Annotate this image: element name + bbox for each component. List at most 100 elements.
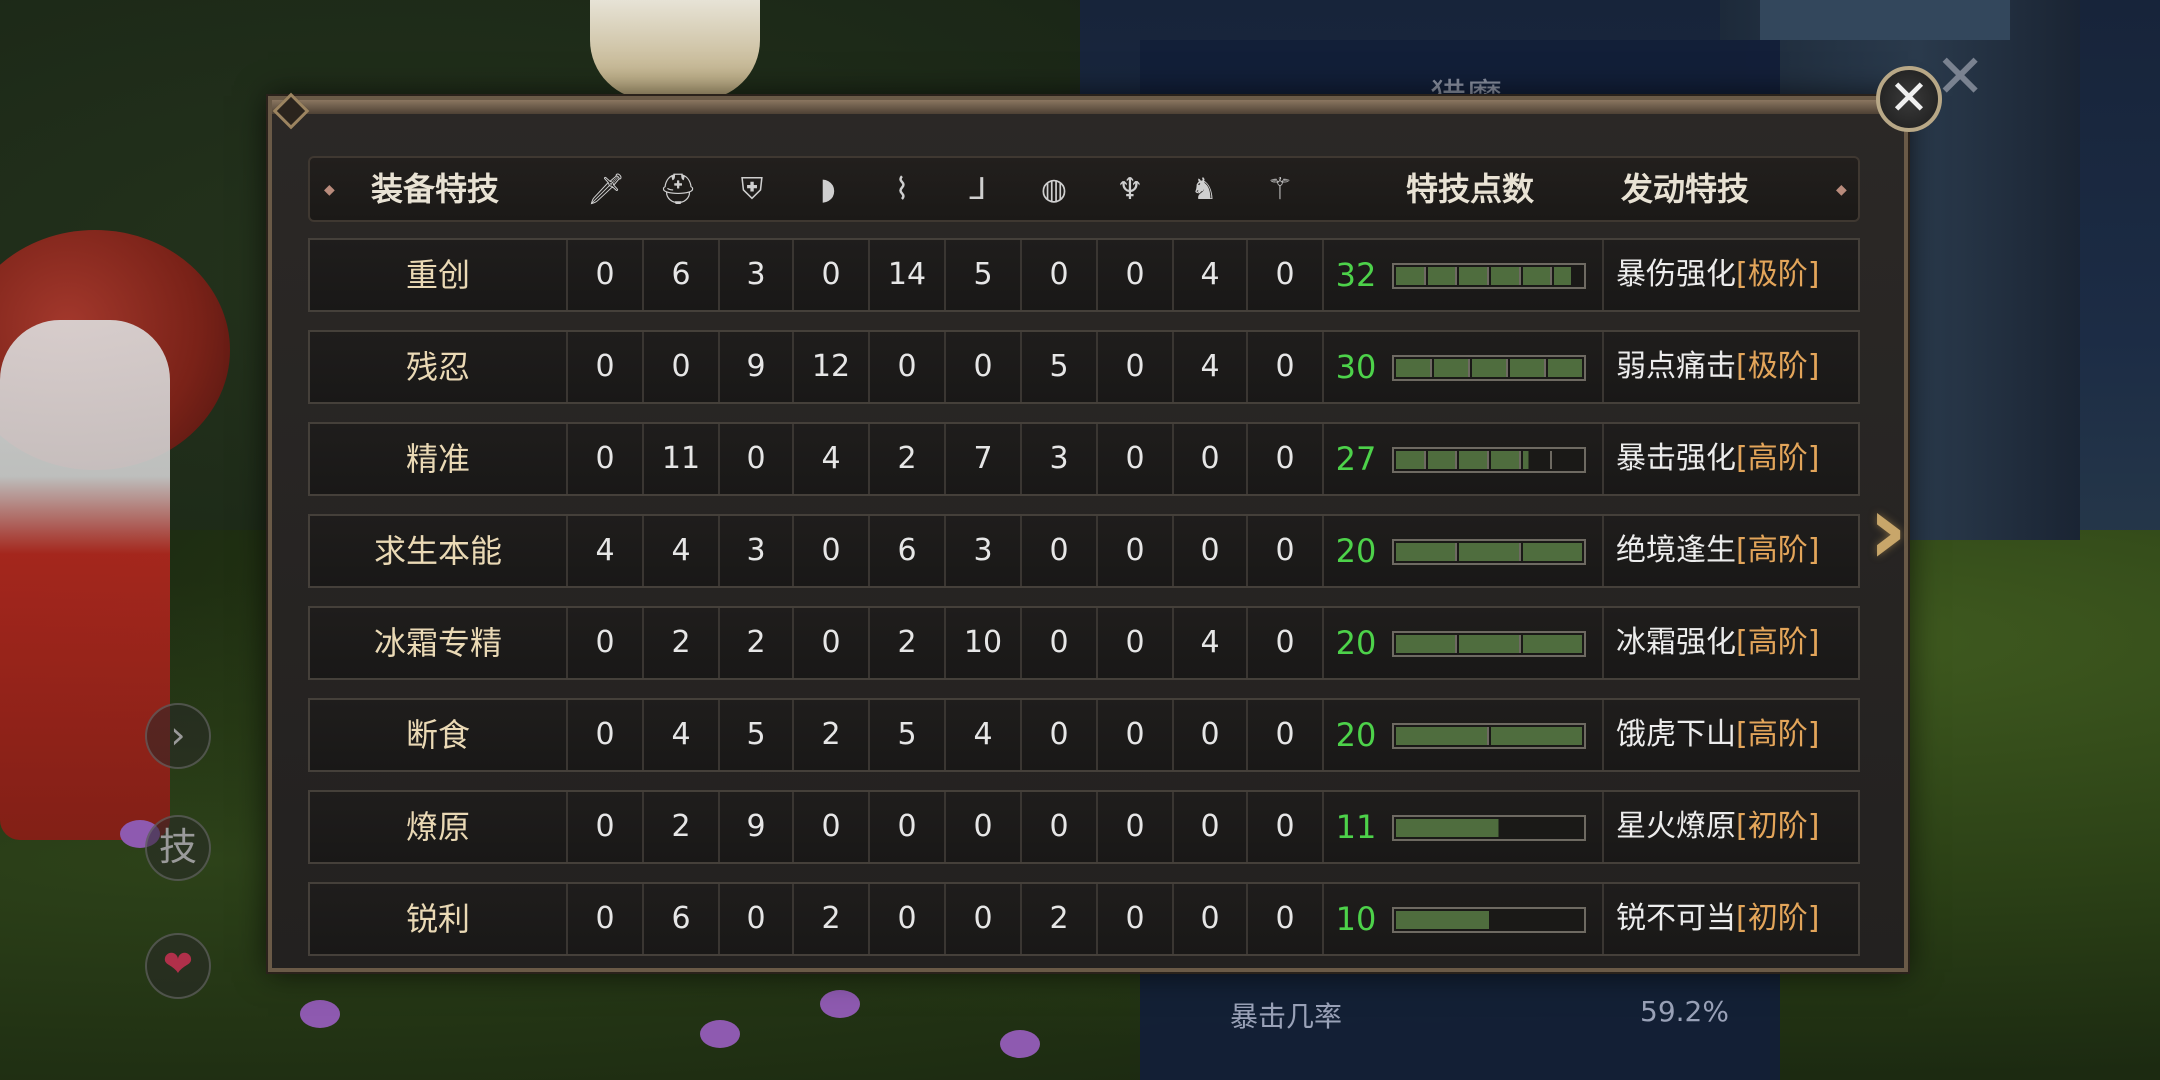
progress-segment <box>1396 451 1426 469</box>
slot-value: 3 <box>1022 424 1098 494</box>
effect-name: 饿虎下山 <box>1616 717 1736 752</box>
sword-icon: 🗡 <box>586 172 626 207</box>
armor-icon: ⛨ <box>740 172 764 207</box>
star-icon: ◆ <box>324 182 335 198</box>
active-effect: 弱点痛击[极阶] <box>1616 332 1819 402</box>
slot-value: 0 <box>794 792 870 862</box>
slot-value: 3 <box>946 516 1022 586</box>
effect-name: 暴击强化 <box>1616 441 1736 476</box>
flower-decoration <box>1000 1030 1040 1058</box>
slot-value: 0 <box>568 700 644 770</box>
effect-tier: [高阶] <box>1736 625 1820 660</box>
progress-segment <box>1459 267 1490 285</box>
helmet-icon: ⛑ <box>658 172 698 207</box>
slot-value: 3 <box>720 240 794 310</box>
slot-value: 0 <box>1022 516 1098 586</box>
ring-icon: ◍ <box>1040 172 1068 207</box>
slot-value: 2 <box>870 424 946 494</box>
progress-segment <box>1434 359 1470 377</box>
under-label-crit: 暴击几率 <box>1230 1000 1343 1033</box>
effect-name: 锐不可当 <box>1616 901 1736 936</box>
skill-name: 求生本能 <box>310 516 568 586</box>
slot-value: 0 <box>1098 424 1174 494</box>
slot-value: 0 <box>870 332 946 402</box>
shoulder-icon: ◗ <box>820 172 836 207</box>
progress-segment <box>1427 267 1458 285</box>
slot-value: 2 <box>1022 884 1098 954</box>
expand-arrow-button[interactable]: › <box>145 703 211 769</box>
skill-progress-bar <box>1392 631 1586 657</box>
column-divider <box>1602 424 1604 494</box>
skill-row[interactable]: 断食 0 4 5 2 5 4 0 0 0 0 20 饿虎下山[高阶] <box>308 698 1860 772</box>
progress-segment <box>1459 451 1490 469</box>
star-icon: ◆ <box>1836 182 1847 198</box>
slot-value: 4 <box>1174 240 1248 310</box>
slot-value: 0 <box>870 792 946 862</box>
skill-points-total: 20 <box>1335 624 1377 662</box>
slot-value: 6 <box>644 884 720 954</box>
slot-value: 0 <box>1248 884 1324 954</box>
slot-value: 5 <box>1022 332 1098 402</box>
skill-name: 残忍 <box>310 332 568 402</box>
progress-segment <box>1522 635 1582 653</box>
skill-row[interactable]: 锐利 0 6 0 2 0 0 2 0 0 0 10 锐不可当[初阶] <box>308 882 1860 956</box>
progress-segment <box>1491 451 1521 469</box>
slot-value: 11 <box>644 424 720 494</box>
skill-row[interactable]: 精准 0 11 0 4 2 7 3 0 0 0 27 暴击强化[高阶] <box>308 422 1860 496</box>
slot-value: 3 <box>720 516 794 586</box>
progress-segment <box>1459 635 1521 653</box>
skill-progress-bar <box>1392 355 1586 381</box>
slot-value: 9 <box>720 792 794 862</box>
slot-value: 4 <box>644 700 720 770</box>
skill-row[interactable]: 冰霜专精 0 2 2 0 2 10 0 0 4 0 20 冰霜强化[高阶] <box>308 606 1860 680</box>
progress-segment <box>1522 543 1582 561</box>
next-page-arrow[interactable]: › <box>1868 482 1914 580</box>
slot-value: 0 <box>1248 424 1324 494</box>
close-button[interactable]: ✕ <box>1876 66 1942 132</box>
slot-value: 0 <box>1248 608 1324 678</box>
effect-name: 星火燎原 <box>1616 809 1736 844</box>
progress-segment <box>1472 359 1508 377</box>
skill-points-total: 20 <box>1335 532 1377 570</box>
header-points: 特技点数 <box>1405 170 1534 208</box>
boots-icon: ⅃ <box>969 172 987 207</box>
effect-tier: [极阶] <box>1736 257 1820 292</box>
slot-value: 0 <box>568 240 644 310</box>
effect-tier: [高阶] <box>1736 441 1820 476</box>
skill-button[interactable]: 技 <box>145 815 211 881</box>
slot-value: 0 <box>1174 884 1248 954</box>
slot-value: 0 <box>1248 792 1324 862</box>
skill-row[interactable]: 求生本能 4 4 3 0 6 3 0 0 0 0 20 绝境逢生[高阶] <box>308 514 1860 588</box>
progress-segment <box>1396 727 1489 745</box>
skill-row[interactable]: 重创 0 6 3 0 14 5 0 0 4 0 32 暴伤强化[极阶] <box>308 238 1860 312</box>
slot-value: 0 <box>1174 792 1248 862</box>
slot-value: 2 <box>644 792 720 862</box>
skill-points-total: 11 <box>1335 808 1377 846</box>
skill-row[interactable]: 残忍 0 0 9 12 0 0 5 0 4 0 30 弱点痛击[极阶] <box>308 330 1860 404</box>
effect-name: 弱点痛击 <box>1616 349 1736 384</box>
heart-icon[interactable]: ❤ <box>145 933 211 999</box>
slot-value: 10 <box>946 608 1022 678</box>
slot-value: 6 <box>870 516 946 586</box>
flower-decoration <box>300 1000 340 1028</box>
progress-segment <box>1554 451 1582 469</box>
slot-value: 0 <box>568 424 644 494</box>
effect-tier: [高阶] <box>1736 533 1820 568</box>
mount-icon: ♞ <box>1190 172 1218 207</box>
column-divider <box>1602 332 1604 402</box>
slot-value: 0 <box>568 608 644 678</box>
skill-name: 燎原 <box>310 792 568 862</box>
flower-decoration <box>820 990 860 1018</box>
slot-value: 6 <box>644 240 720 310</box>
skill-row[interactable]: 燎原 0 2 9 0 0 0 0 0 0 0 11 星火燎原[初阶] <box>308 790 1860 864</box>
slot-value: 5 <box>870 700 946 770</box>
effect-name: 绝境逢生 <box>1616 533 1736 568</box>
progress-segment <box>1459 543 1521 561</box>
slot-value: 0 <box>720 884 794 954</box>
slot-value: 0 <box>1098 240 1174 310</box>
effect-tier: [初阶] <box>1736 809 1820 844</box>
slot-value: 0 <box>1174 424 1248 494</box>
slot-value: 7 <box>946 424 1022 494</box>
column-divider <box>1602 792 1604 862</box>
slot-value: 4 <box>946 700 1022 770</box>
